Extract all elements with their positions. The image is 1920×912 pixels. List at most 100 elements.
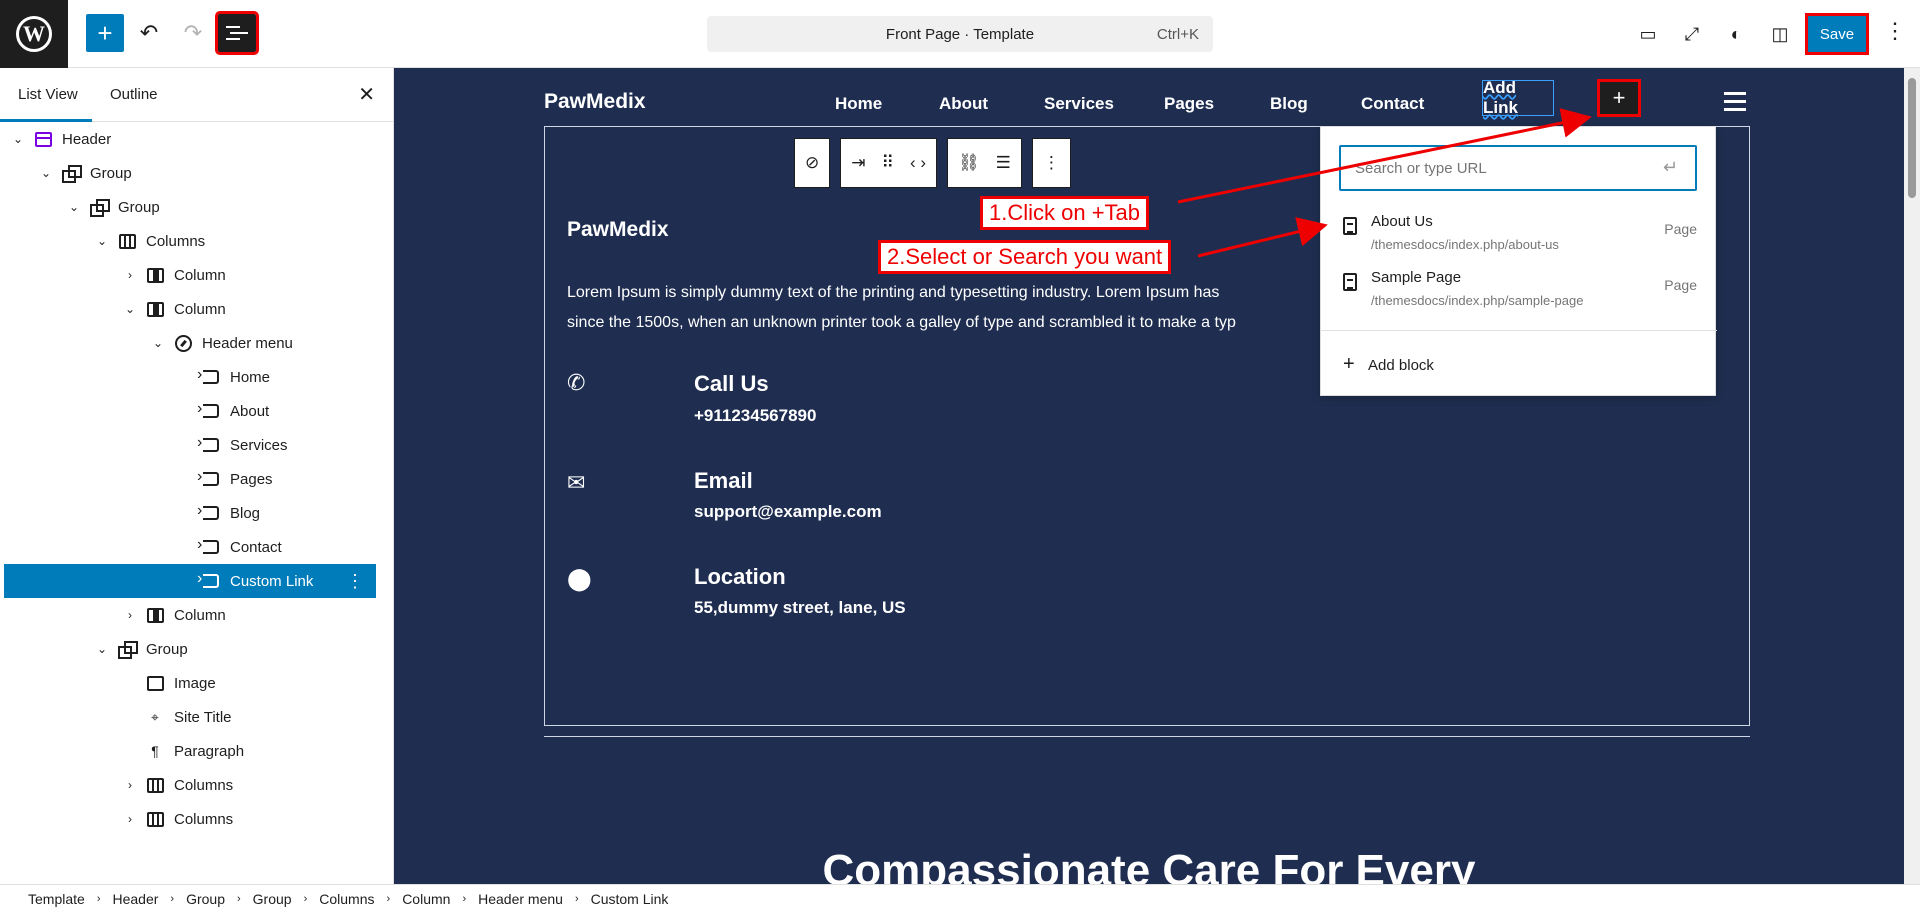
breadcrumb-item[interactable]: Column <box>402 891 450 907</box>
chevron-right-icon: › <box>96 892 101 905</box>
chevron-down-icon[interactable]: ⌄ <box>122 302 138 316</box>
list-item-nav-link[interactable]: About <box>4 394 376 428</box>
breadcrumb-item[interactable]: Columns <box>319 891 374 907</box>
contact-value[interactable]: +911234567890 <box>694 406 816 426</box>
contact-heading[interactable]: Location <box>694 564 786 590</box>
url-search-input[interactable] <box>1339 145 1697 191</box>
save-button[interactable]: Save <box>1805 13 1869 55</box>
list-item-label: About <box>230 402 270 420</box>
fullscreen-icon[interactable]: ⤢ <box>1678 20 1706 48</box>
list-item-nav-link[interactable]: Contact <box>4 530 376 564</box>
nav-link-contact[interactable]: Contact <box>1361 94 1424 114</box>
close-icon[interactable]: ✕ <box>358 82 375 107</box>
list-item-column[interactable]: › Column <box>4 258 376 292</box>
chevron-down-icon[interactable]: ⌄ <box>94 642 110 656</box>
desktop-preview-icon[interactable]: ▭ <box>1634 20 1662 48</box>
document-title-bar[interactable]: Front Page · Template Ctrl+K <box>707 16 1213 52</box>
popover-divider <box>1321 330 1717 331</box>
chevron-down-icon[interactable]: ⌄ <box>150 336 166 350</box>
tab-list-view[interactable]: List View <box>18 86 78 103</box>
nav-link-home[interactable]: Home <box>835 94 882 114</box>
list-item-label: Columns <box>174 810 234 828</box>
list-item-group[interactable]: ⌄ Group <box>4 190 376 224</box>
sidebar-toggle-icon[interactable]: ◫ <box>1766 20 1794 48</box>
canvas-scrollbar[interactable] <box>1904 68 1920 884</box>
list-view-button[interactable] <box>215 11 259 55</box>
chevron-right-icon[interactable]: › <box>122 608 138 622</box>
list-item-nav-link[interactable]: Pages <box>4 462 376 496</box>
nav-add-link[interactable]: Add Link <box>1482 78 1554 117</box>
nav-link-blog[interactable]: Blog <box>1270 94 1308 114</box>
chevron-down-icon[interactable]: ⌄ <box>94 234 110 248</box>
list-item-header[interactable]: ⌄ Header <box>4 122 376 156</box>
breadcrumb-item[interactable]: Header <box>112 891 158 907</box>
content-site-title[interactable]: PawMedix <box>567 218 669 242</box>
list-item-label: Header menu <box>202 334 293 352</box>
move-left-right-icon[interactable]: ‹ › <box>910 153 926 173</box>
list-item-column[interactable]: ⌄ Column <box>4 292 376 326</box>
more-vertical-icon[interactable]: ⋮ <box>1043 153 1060 173</box>
redo-button[interactable]: ↷ <box>174 14 212 52</box>
nav-link-services[interactable]: Services <box>1044 94 1114 114</box>
undo-button[interactable]: ↶ <box>130 14 168 52</box>
block-options-icon[interactable]: ⋮ <box>346 571 364 592</box>
section-headline[interactable]: Compassionate Care For Every <box>394 846 1904 884</box>
contrast-icon[interactable]: ◐ <box>1722 20 1750 48</box>
list-item-image[interactable]: Image <box>4 666 376 700</box>
list-item-columns[interactable]: › Columns <box>4 802 376 836</box>
breadcrumb-item[interactable]: Custom Link <box>591 891 669 907</box>
chevron-right-icon[interactable]: › <box>122 812 138 826</box>
plus-icon: + <box>1343 353 1355 375</box>
list-item-label: Column <box>174 266 226 284</box>
chevron-right-icon[interactable]: › <box>122 778 138 792</box>
breadcrumb-item[interactable]: Template <box>28 891 85 907</box>
list-item-columns[interactable]: ⌄ Columns <box>4 224 376 258</box>
chevron-down-icon[interactable]: ⌄ <box>38 166 54 180</box>
list-item-group[interactable]: ⌄ Group <box>4 632 376 666</box>
list-item-paragraph[interactable]: ¶ Paragraph <box>4 734 376 768</box>
contact-value[interactable]: 55,dummy street, lane, US <box>694 598 906 618</box>
list-item-label: Home <box>230 368 271 386</box>
list-item-nav-link[interactable]: Services <box>4 428 376 462</box>
scrollbar-thumb[interactable] <box>1908 78 1916 198</box>
suggestion-item[interactable]: About Us /themesdocs/index.php/about-us … <box>1321 207 1717 263</box>
block-inserter-button[interactable]: + <box>86 14 124 52</box>
enter-return-icon[interactable]: ↵ <box>1663 157 1678 178</box>
breadcrumb-item[interactable]: Group <box>186 891 225 907</box>
wordpress-logo-icon[interactable]: W <box>0 0 68 68</box>
contact-heading[interactable]: Email <box>694 468 753 494</box>
nav-add-button[interactable]: + <box>1597 79 1641 117</box>
breadcrumb-item[interactable]: Header menu <box>478 891 563 907</box>
hamburger-menu-icon[interactable] <box>1724 92 1746 111</box>
list-item-column[interactable]: › Column <box>4 598 376 632</box>
contact-value[interactable]: support@example.com <box>694 502 882 522</box>
add-submenu-icon[interactable]: ☰ <box>996 153 1011 173</box>
link-block-icon <box>197 400 222 420</box>
list-item-columns[interactable]: › Columns <box>4 768 376 802</box>
nav-link-about[interactable]: About <box>939 94 988 114</box>
list-item-nav-link[interactable]: Blog <box>4 496 376 530</box>
list-item-custom-link-selected[interactable]: Custom Link ⋮ <box>4 564 376 598</box>
list-item-site-title[interactable]: ⌖ Site Title <box>4 700 376 734</box>
image-block-icon <box>144 674 166 692</box>
tab-outline[interactable]: Outline <box>110 86 158 103</box>
chevron-down-icon[interactable]: ⌄ <box>66 200 82 214</box>
drag-handle-icon[interactable]: ⠿ <box>882 153 894 173</box>
contact-heading[interactable]: Call Us <box>694 371 769 397</box>
chevron-down-icon[interactable]: ⌄ <box>10 132 26 146</box>
add-block-button[interactable]: + Add block <box>1343 353 1434 376</box>
list-item-group[interactable]: ⌄ Group <box>4 156 376 190</box>
breadcrumb-item[interactable]: Group <box>253 891 292 907</box>
link-block-icon[interactable]: ⇥ <box>851 153 865 173</box>
chevron-right-icon[interactable]: › <box>122 268 138 282</box>
list-item-header-menu[interactable]: ⌄ Header menu <box>4 326 376 360</box>
navigation-icon[interactable]: ⊘ <box>805 153 819 173</box>
link-icon[interactable]: ⛓ <box>958 153 980 173</box>
sidebar-tabs: List View Outline ✕ <box>0 68 393 122</box>
toolbar-options-group: ⋮ <box>1031 138 1071 188</box>
suggestion-item[interactable]: Sample Page /themesdocs/index.php/sample… <box>1321 263 1717 319</box>
site-title[interactable]: PawMedix <box>544 90 646 114</box>
nav-link-pages[interactable]: Pages <box>1164 94 1214 114</box>
list-item-nav-link[interactable]: Home <box>4 360 376 394</box>
more-vertical-icon[interactable]: ⋮ <box>1884 18 1906 44</box>
